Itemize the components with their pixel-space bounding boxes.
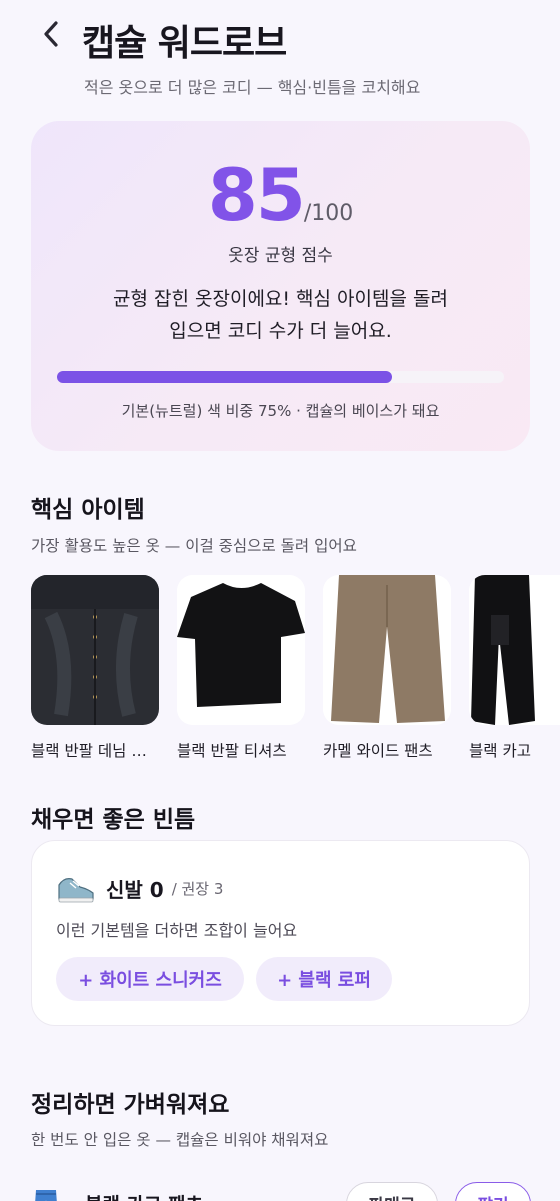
donate-button[interactable]: 팔기 xyxy=(455,1182,531,1201)
jeans-icon xyxy=(35,1190,57,1201)
gap-category: 신발 0 xyxy=(106,877,164,902)
gap-card-shoes: 신발 0 / 권장 3 이런 기본템을 더하면 조합이 늘어요 + 화이트 스니… xyxy=(31,840,530,1026)
progress-fill xyxy=(57,371,393,383)
sneaker-icon xyxy=(58,878,94,903)
core-items-carousel[interactable]: 블랙 반팔 데님 셔츠 블랙 반팔 티셔츠 카멜 와이드 팬츠 블랙 카고 xyxy=(31,575,560,765)
item-image-camel-pants xyxy=(323,575,451,725)
gap-header: 신발 0 / 권장 3 xyxy=(56,871,223,905)
score-label: 옷장 균형 점수 xyxy=(228,246,333,266)
cleanup-section-title: 정리하면 가벼워져요 xyxy=(31,1092,230,1118)
core-section-title: 핵심 아이템 xyxy=(31,497,145,523)
core-item-label: 블랙 반팔 티셔츠 xyxy=(177,742,287,760)
score-message: 균형 잡힌 옷장이에요! 핵심 아이템을 돌려 입으면 코디 수가 더 늘어요. xyxy=(71,283,490,347)
score-display: 85/100 xyxy=(31,155,530,235)
cleanup-item-row: 블랙 카고 팬츠 판매로 팔기 xyxy=(31,1180,560,1201)
add-black-loafer-chip[interactable]: + 블랙 로퍼 xyxy=(256,957,392,1001)
core-section-subtitle: 가장 활용도 높은 옷 — 이걸 중심으로 돌려 입어요 xyxy=(31,537,357,555)
core-item-label: 블랙 카고 xyxy=(469,742,531,760)
core-item-card[interactable]: 카멜 와이드 팬츠 xyxy=(323,575,451,761)
item-image-black-cargo xyxy=(469,575,560,725)
sell-button[interactable]: 판매로 xyxy=(346,1182,438,1201)
cleanup-item-name: 블랙 카고 팬츠 xyxy=(85,1190,203,1201)
gap-description: 이런 기본템을 더하면 조합이 늘어요 xyxy=(56,921,298,940)
balance-score-card: 85/100 옷장 균형 점수 균형 잡힌 옷장이에요! 핵심 아이템을 돌려 … xyxy=(31,121,530,451)
page-subtitle: 적은 옷으로 더 많은 코디 — 핵심·빈틈을 코치해요 xyxy=(84,78,421,97)
item-image-black-tshirt xyxy=(177,575,305,725)
score-value: 85 xyxy=(207,153,306,237)
gaps-section-title: 채우면 좋은 빈틈 xyxy=(31,807,196,833)
core-item-card[interactable]: 블랙 카고 xyxy=(469,575,560,761)
score-message-line: 입으면 코디 수가 더 늘어요. xyxy=(169,320,392,342)
add-white-sneakers-chip[interactable]: + 화이트 스니커즈 xyxy=(56,957,244,1001)
page-title: 캡슐 워드로브 xyxy=(82,23,287,64)
header: 캡슐 워드로브 적은 옷으로 더 많은 코디 — 핵심·빈틈을 코치해요 xyxy=(0,0,560,110)
score-max: /100 xyxy=(303,201,354,226)
item-image-denim-shirt xyxy=(31,575,159,725)
progress-caption: 기본(뉴트럴) 색 비중 75% · 캡슐의 베이스가 돼요 xyxy=(121,402,440,420)
core-item-label: 블랙 반팔 데님 셔츠 xyxy=(31,742,159,760)
cleanup-section-subtitle: 한 번도 안 입은 옷 — 캡슐은 비워야 채워져요 xyxy=(31,1131,329,1149)
back-arrow-icon[interactable] xyxy=(36,16,68,52)
core-item-card[interactable]: 블랙 반팔 티셔츠 xyxy=(177,575,305,761)
score-message-line: 균형 잡힌 옷장이에요! 핵심 아이템을 돌려 xyxy=(113,288,448,310)
core-item-card[interactable]: 블랙 반팔 데님 셔츠 xyxy=(31,575,159,761)
neutral-ratio-progress xyxy=(57,371,504,383)
gap-recommended: / 권장 3 xyxy=(171,879,224,898)
core-item-label: 카멜 와이드 팬츠 xyxy=(323,742,433,760)
